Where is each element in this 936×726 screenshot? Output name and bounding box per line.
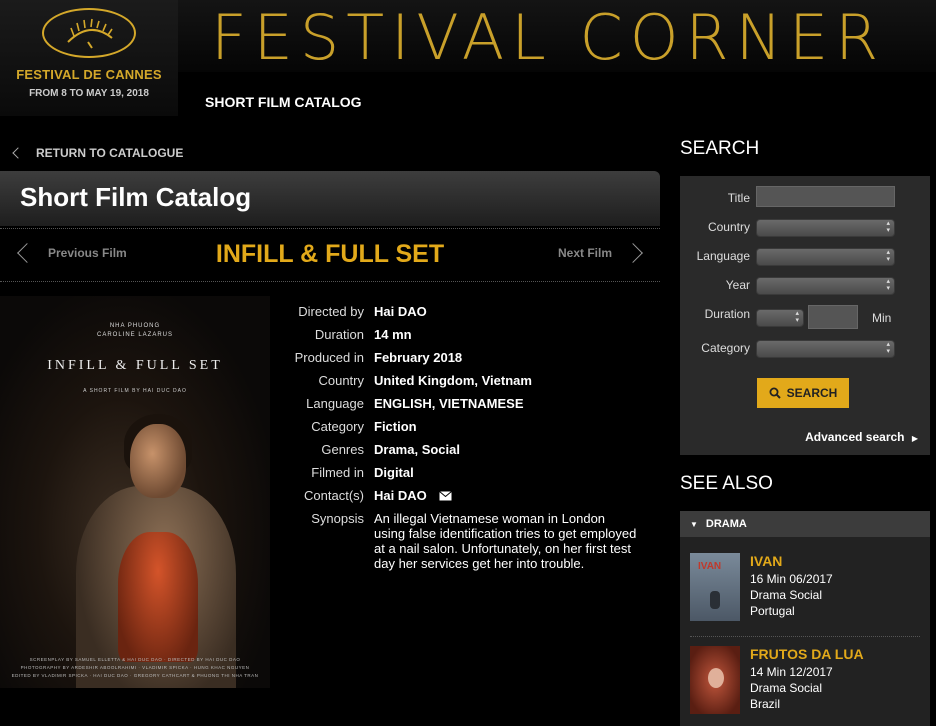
detail-label: Contact(s) (304, 488, 364, 503)
search-icon (769, 387, 781, 399)
detail-value: February 2018 (374, 350, 463, 365)
caret-down-icon: ▼ (690, 519, 698, 529)
detail-row: Produced in February 2018 (282, 346, 652, 369)
festival-logo[interactable]: FESTIVAL DE CANNES FROM 8 TO MAY 19, 201… (0, 0, 178, 116)
detail-value: United Kingdom, Vietnam (374, 373, 532, 388)
detail-value: Digital (374, 465, 414, 480)
synopsis-text: An illegal Vietnamese woman in London us… (374, 511, 637, 571)
advanced-search-link[interactable]: Advanced search ▶ (805, 430, 918, 444)
chevron-right-icon (623, 243, 643, 263)
detail-label: Directed by (298, 304, 364, 319)
detail-value: 14 mn (374, 327, 412, 342)
film-navigation: Previous Film INFILL & FULL SET Next Fil… (0, 228, 660, 282)
see-also-panel: ▼ DRAMA IVAN IVAN 16 Min 06/2017 Drama S… (680, 511, 930, 726)
detail-row: Directed by Hai DAO (282, 300, 652, 323)
see-also-title[interactable]: FRUTOS DA LUA (750, 646, 864, 662)
detail-label: Category (311, 419, 364, 434)
poster-subtitle: A SHORT FILM BY HAI DUC DAO (83, 388, 187, 394)
see-also-genres: Drama Social (750, 681, 823, 695)
detail-value: Fiction (374, 419, 417, 434)
drama-group-toggle[interactable]: ▼ DRAMA (680, 511, 930, 537)
frutos-thumbnail[interactable] (690, 646, 740, 714)
title-input[interactable] (756, 186, 895, 207)
festival-name: FESTIVAL DE CANNES (16, 67, 162, 82)
detail-label: Language (306, 396, 364, 411)
year-label: Year (725, 278, 750, 292)
category-label: Category (701, 341, 750, 355)
page-title: Short Film Catalog (20, 182, 252, 212)
director-link[interactable]: Hai DAO (374, 300, 427, 323)
detail-label: Genres (321, 442, 364, 457)
detail-row: Category Fiction (282, 415, 652, 438)
catalog-header: Short Film Catalog (0, 171, 660, 226)
caret-right-icon: ▶ (911, 434, 918, 443)
poster-figure-shirt (118, 532, 198, 662)
detail-row: Synopsis An illegal Vietnamese woman in … (282, 507, 652, 571)
ivan-thumbnail[interactable]: IVAN (690, 553, 740, 621)
duration-label: Duration (704, 307, 750, 321)
film-details: Directed by Hai DAO Duration 14 mn Produce… (282, 300, 652, 571)
thumbnail-text: IVAN (698, 561, 722, 572)
contact-value: Hai DAO (374, 484, 452, 507)
duration-unit: Min (872, 311, 892, 325)
film-poster[interactable]: NHA PHUONG CAROLINE LAZARUS INFILL & FUL… (0, 296, 270, 688)
see-also-heading: SEE ALSO (680, 473, 773, 494)
see-also-country: Brazil (750, 697, 781, 711)
detail-label: Filmed in (311, 465, 364, 480)
detail-row: Country United Kingdom, Vietnam (282, 369, 652, 392)
country-label: Country (707, 220, 750, 234)
next-film-link[interactable]: Next Film (557, 243, 643, 263)
see-also-title[interactable]: IVAN (750, 553, 833, 569)
detail-row: Filmed in Digital (282, 461, 652, 484)
advanced-search-label: Advanced search (805, 430, 905, 444)
poster-credits: SCREENPLAY BY SAMUEL ELLETTA & HAI DUC D… (11, 657, 259, 678)
see-also-country: Portugal (750, 604, 795, 618)
contact-name[interactable]: Hai DAO (374, 484, 427, 507)
detail-label: Synopsis (311, 511, 364, 526)
return-label: RETURN TO CATALOGUE (36, 146, 184, 160)
chevron-left-icon (12, 147, 24, 159)
thumbnail-figure (710, 591, 720, 609)
detail-value: Drama, Social (374, 442, 460, 457)
see-also-genres: Drama Social (750, 588, 823, 602)
detail-label: Duration (314, 327, 364, 342)
envelope-icon[interactable] (438, 490, 452, 501)
duration-select[interactable] (756, 309, 804, 327)
detail-row: Contact(s) Hai DAO (282, 484, 652, 507)
search-heading: SEARCH (680, 138, 760, 159)
detail-row: Duration 14 mn (282, 323, 652, 346)
see-also-meta: 16 Min 06/2017 (750, 572, 833, 586)
section-title: FESTIVAL CORNER (211, 1, 886, 74)
thumbnail-face (708, 668, 724, 688)
next-film-label: Next Film (557, 246, 612, 260)
subnav-short-film-catalog[interactable]: SHORT FILM CATALOG (205, 94, 362, 110)
see-also-meta: 14 Min 12/2017 (750, 665, 833, 679)
detail-row: Genres Drama, Social (282, 438, 652, 461)
year-select[interactable] (756, 277, 895, 295)
detail-label: Produced in (294, 350, 364, 365)
return-to-catalogue-link[interactable]: RETURN TO CATALOGUE (12, 146, 184, 160)
duration-min-input[interactable] (808, 305, 858, 329)
search-button-label: SEARCH (786, 386, 838, 400)
poster-figure-head (130, 424, 186, 498)
category-select[interactable] (756, 340, 895, 358)
detail-value: ENGLISH, VIETNAMESE (374, 396, 524, 411)
poster-cast: NHA PHUONG CAROLINE LAZARUS (96, 323, 173, 338)
detail-row: Language ENGLISH, VIETNAMESE (282, 392, 652, 415)
language-select[interactable] (756, 248, 895, 266)
search-panel: Title Country Language Year Duration Min… (680, 176, 930, 455)
divider (690, 636, 920, 637)
poster-title: INFILL & FULL SET (47, 358, 223, 373)
country-select[interactable] (756, 219, 895, 237)
title-label: Title (727, 191, 750, 205)
palm-emblem-icon (42, 8, 136, 58)
detail-label: Country (318, 373, 364, 388)
search-button[interactable]: SEARCH (757, 378, 849, 408)
language-label: Language (696, 249, 750, 263)
group-label: DRAMA (705, 518, 747, 530)
festival-dates: FROM 8 TO MAY 19, 2018 (29, 88, 149, 99)
